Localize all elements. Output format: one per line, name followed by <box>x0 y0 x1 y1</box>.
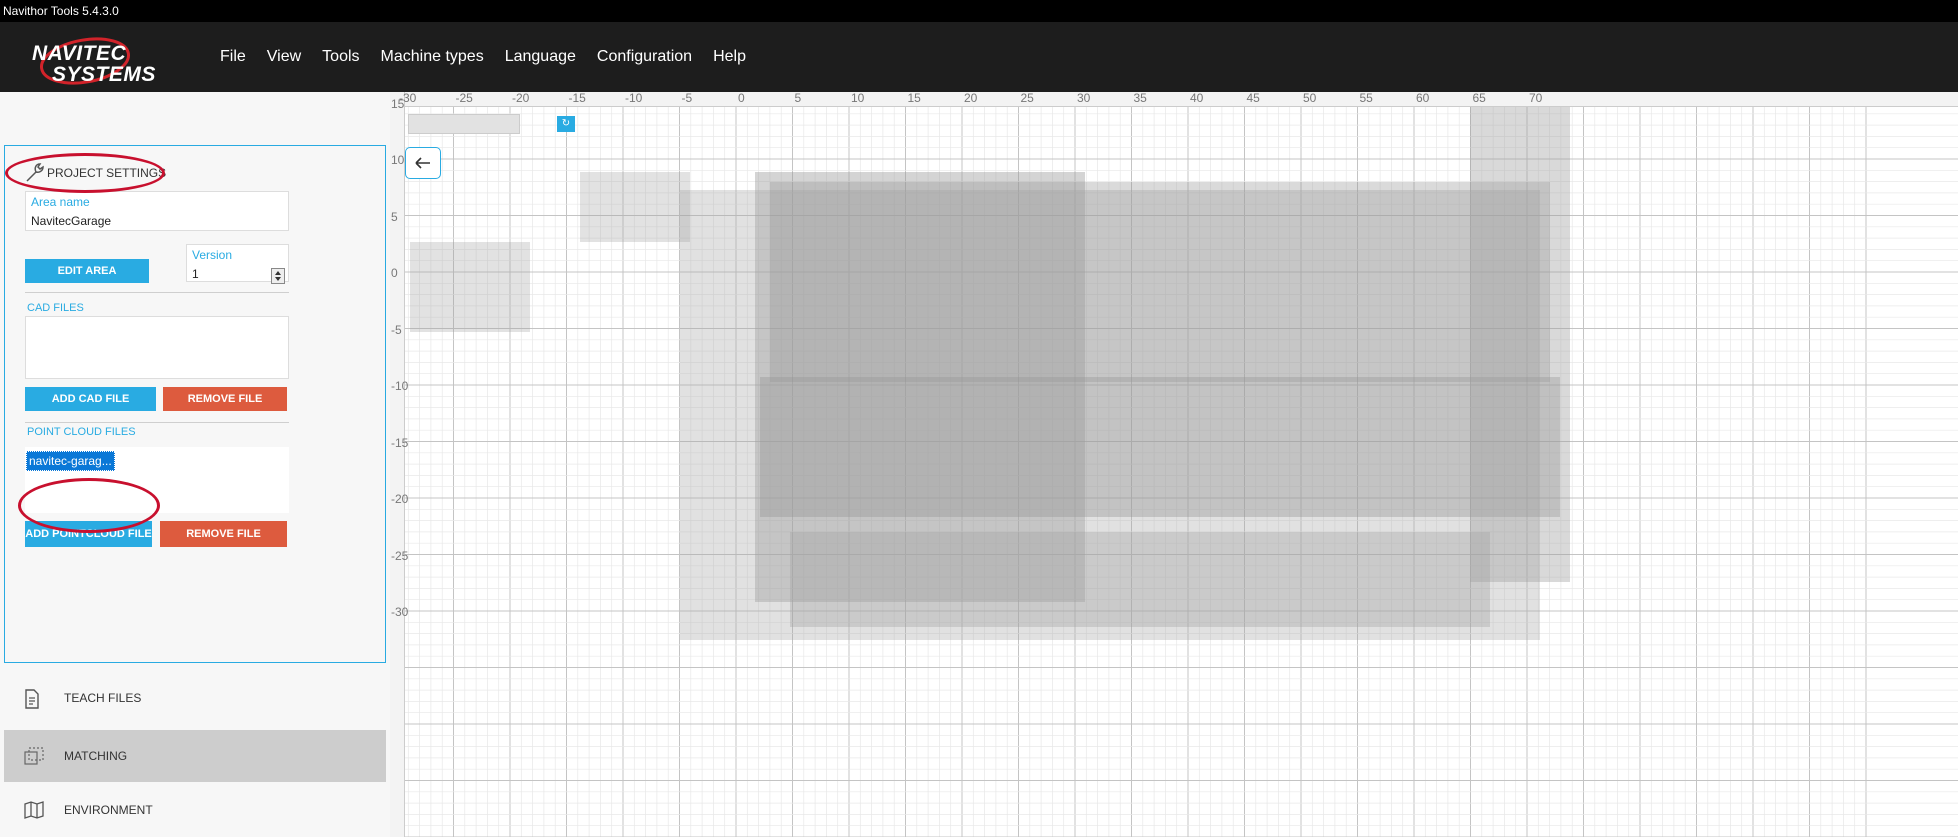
menu-configuration[interactable]: Configuration <box>597 48 692 66</box>
menu-machine-types[interactable]: Machine types <box>381 48 484 66</box>
matching-icon <box>24 747 44 765</box>
y-tick-label: -15 <box>391 435 409 450</box>
y-tick-label: 0 <box>391 266 398 280</box>
navitec-logo: NAVITEC SYSTEMS <box>30 32 180 87</box>
logo-line2: SYSTEMS <box>52 63 156 86</box>
x-tick-label: -15 <box>568 92 586 105</box>
version-value: 1 <box>192 267 199 281</box>
y-tick-label: 10 <box>391 153 405 167</box>
y-tick-label: -5 <box>391 322 402 337</box>
version-field[interactable]: Version 1 <box>186 244 289 284</box>
y-tick-label: -20 <box>391 492 409 506</box>
x-tick-label: 55 <box>1359 92 1373 105</box>
point-cloud-outlier <box>410 242 530 332</box>
point-cloud-file-item[interactable]: navitec-garag... <box>26 451 115 471</box>
sidebar: PROJECT SETTINGS Area name NavitecGarage… <box>0 92 390 837</box>
edit-area-button[interactable]: EDIT AREA <box>25 259 149 283</box>
x-tick-label: -20 <box>512 92 530 105</box>
up-down-arrows-icon <box>275 271 281 281</box>
nav-matching-label: MATCHING <box>64 749 128 763</box>
y-tick-label: 15 <box>391 96 405 111</box>
project-settings-panel: PROJECT SETTINGS Area name NavitecGarage… <box>4 145 386 663</box>
x-tick-label: 30 <box>1077 92 1091 105</box>
map-icon <box>24 801 44 819</box>
nav-teach-files[interactable]: TEACH FILES <box>4 672 386 724</box>
nav-environment[interactable]: ENVIRONMENT <box>4 784 386 836</box>
menu-help[interactable]: Help <box>713 48 746 66</box>
back-button[interactable] <box>405 147 441 179</box>
add-pointcloud-file-button[interactable]: ADD POINTCLOUD FILE <box>25 521 152 547</box>
remove-pointcloud-file-button[interactable]: REMOVE FILE <box>160 521 287 547</box>
point-cloud-lower-hall <box>760 377 1560 517</box>
x-tick-label: -5 <box>681 92 693 105</box>
x-tick-label: 25 <box>1020 92 1034 105</box>
nav-environment-label: ENVIRONMENT <box>64 803 153 817</box>
x-tick-label: 65 <box>1472 92 1486 105</box>
map-ruler-left <box>390 92 405 837</box>
remove-cad-file-button[interactable]: REMOVE FILE <box>163 387 287 411</box>
menu-tools[interactable]: Tools <box>322 48 359 66</box>
x-tick-label: 35 <box>1133 92 1147 105</box>
x-tick-label: 60 <box>1416 92 1430 105</box>
project-settings-header[interactable]: PROJECT SETTINGS <box>17 158 166 188</box>
x-tick-label: -25 <box>455 92 473 105</box>
x-tick-label: 40 <box>1190 92 1204 105</box>
x-tick-label: 10 <box>851 92 865 105</box>
point-cloud-files-label: POINT CLOUD FILES <box>27 426 136 438</box>
version-label: Version <box>192 248 233 262</box>
x-tick-label: 5 <box>794 92 802 105</box>
map-search-input[interactable] <box>408 114 520 134</box>
refresh-icon[interactable]: ↻ <box>557 116 575 132</box>
x-tick-label: 70 <box>1529 92 1543 105</box>
add-cad-file-button[interactable]: ADD CAD FILE <box>25 387 156 411</box>
x-tick-label: 20 <box>964 92 978 105</box>
divider <box>25 422 289 423</box>
menubar: NAVITEC SYSTEMS File View Tools Machine … <box>0 22 1958 92</box>
cad-files-label: CAD FILES <box>27 302 84 314</box>
x-tick-label: 15 <box>907 92 921 105</box>
x-tick-label: 45 <box>1246 92 1260 105</box>
project-settings-title: PROJECT SETTINGS <box>47 166 167 180</box>
version-stepper[interactable] <box>271 268 285 284</box>
y-tick-label: -10 <box>391 379 409 393</box>
cad-files-list[interactable] <box>25 316 289 379</box>
y-tick-label: -25 <box>391 548 409 563</box>
x-tick-label: 0 <box>738 92 745 105</box>
divider <box>25 292 289 293</box>
map-canvas[interactable]: -35-30-25-20-15-10-505101520253035404550… <box>390 92 1958 837</box>
y-tick-label: 5 <box>391 209 398 224</box>
point-cloud-outlier <box>580 172 690 242</box>
nav-teach-files-label: TEACH FILES <box>64 691 142 705</box>
menu-language[interactable]: Language <box>505 48 576 66</box>
area-name-label: Area name <box>31 195 90 209</box>
point-cloud-right-wall <box>1470 102 1570 582</box>
x-tick-label: -10 <box>625 92 643 105</box>
point-cloud-files-list[interactable]: navitec-garag... <box>25 447 289 513</box>
main-menu: File View Tools Machine types Language C… <box>220 22 767 92</box>
wrench-icon <box>26 163 44 182</box>
arrow-left-icon <box>415 157 430 169</box>
point-cloud-upper-hall <box>770 182 1550 382</box>
point-cloud-south-area <box>790 532 1490 627</box>
document-icon <box>25 689 39 709</box>
menu-file[interactable]: File <box>220 48 246 66</box>
x-tick-label: 50 <box>1303 92 1317 105</box>
y-tick-label: -30 <box>391 605 409 619</box>
area-name-field[interactable]: Area name NavitecGarage <box>25 191 289 231</box>
menu-view[interactable]: View <box>267 48 301 66</box>
nav-matching[interactable]: MATCHING <box>4 730 386 782</box>
window-title: Navithor Tools 5.4.3.0 <box>0 0 1958 22</box>
area-name-value: NavitecGarage <box>31 214 112 228</box>
